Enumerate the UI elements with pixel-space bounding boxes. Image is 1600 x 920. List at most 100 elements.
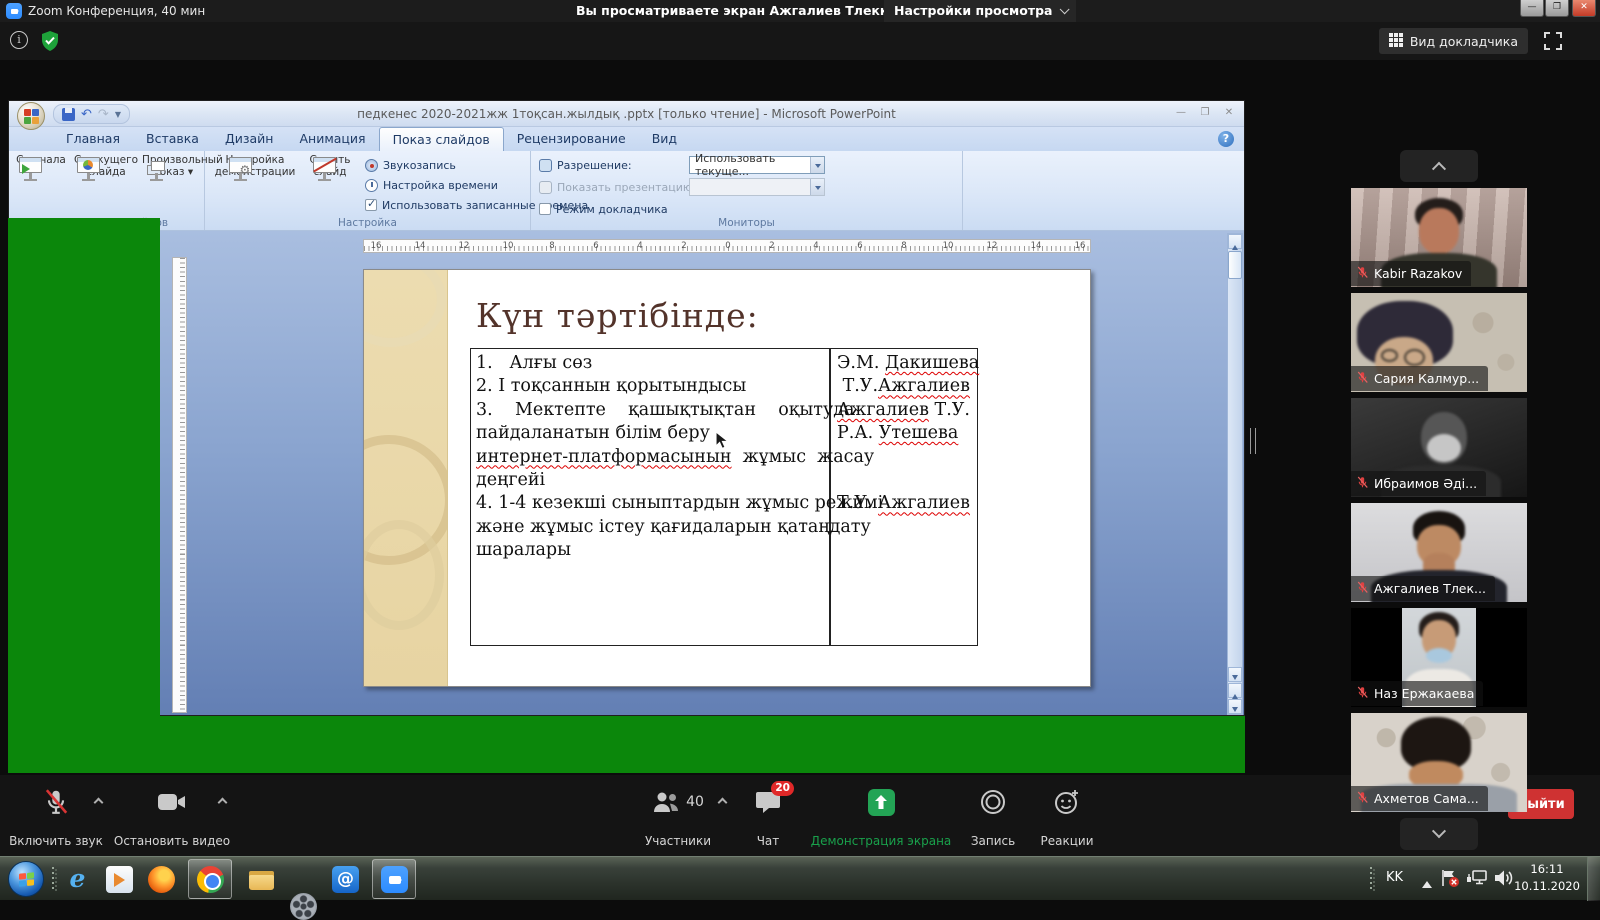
media-player-classic-icon[interactable] xyxy=(290,893,317,920)
tray-date: 10.11.2020 xyxy=(1512,878,1582,895)
share-screen-icon xyxy=(808,787,954,817)
restore-button[interactable]: ❐ xyxy=(1545,0,1569,17)
scroll-participants-down-button[interactable] xyxy=(1400,818,1478,850)
ppt-close-button[interactable]: ✕ xyxy=(1218,106,1240,121)
qat-dropdown-caret[interactable]: ▼ xyxy=(115,110,121,119)
next-slide-button[interactable] xyxy=(1228,699,1242,714)
ppt-tab-5[interactable]: Рецензирование xyxy=(504,127,639,151)
from-beginning-button[interactable]: С начала xyxy=(12,154,70,216)
ruler-number: 16 xyxy=(1075,241,1086,251)
ppt-tab-2[interactable]: Дизайн xyxy=(212,127,287,151)
vertical-scrollbar[interactable] xyxy=(1227,233,1243,715)
fullscreen-icon[interactable] xyxy=(1544,32,1562,54)
unmute-button[interactable]: Включить звук xyxy=(6,775,106,856)
internet-explorer-icon[interactable]: e xyxy=(64,866,91,893)
vertical-ruler[interactable] xyxy=(172,257,187,713)
participants-video-panel: Kabir RazakovСария Калмур...Ибраимов Әді… xyxy=(1310,120,1600,910)
participant-tile[interactable]: Наз Ержакаева xyxy=(1351,608,1527,707)
resolution-icon xyxy=(539,159,552,172)
ruler-number: 4 xyxy=(637,241,642,251)
participant-tile[interactable]: Ибраимов Әді... xyxy=(1351,398,1527,497)
covered-region-left xyxy=(8,218,160,716)
participant-tile[interactable]: Ахметов Сама... xyxy=(1351,713,1527,812)
office-button[interactable] xyxy=(17,102,45,130)
view-settings-menu[interactable]: Настройки просмотра xyxy=(884,0,1076,22)
hide-slide-button[interactable]: Скрыть слайд xyxy=(301,154,359,216)
group-label-setup: Настройка xyxy=(205,217,530,229)
chrome-taskbar-button[interactable] xyxy=(188,859,232,899)
horizontal-ruler[interactable]: 1614121086420246810121416 xyxy=(363,239,1091,253)
reactions-button[interactable]: Реакции xyxy=(1034,775,1100,856)
ppt-tab-6[interactable]: Вид xyxy=(639,127,690,151)
rehearse-timings-icon xyxy=(365,179,378,192)
participant-tile[interactable]: Kabir Razakov xyxy=(1351,188,1527,287)
scroll-up-button[interactable] xyxy=(1228,234,1242,249)
ppt-tab-4[interactable]: Показ слайдов xyxy=(379,127,504,151)
stop-video-button[interactable]: Остановить видео xyxy=(112,775,232,856)
record-narration-button[interactable]: Звукозапись xyxy=(365,156,456,174)
mic-muted-icon xyxy=(1356,264,1369,283)
firefox-icon[interactable] xyxy=(148,866,175,893)
share-screen-button[interactable]: Демонстрация экрана xyxy=(808,775,954,856)
minimize-button[interactable]: — xyxy=(1520,0,1544,17)
reactions-label: Реакции xyxy=(1034,834,1100,848)
scrollbar-thumb[interactable] xyxy=(1228,251,1242,279)
action-center-flag-icon[interactable] xyxy=(1440,869,1460,892)
volume-icon[interactable] xyxy=(1494,869,1514,891)
show-desktop-button[interactable] xyxy=(1587,857,1600,901)
panel-resize-handle[interactable] xyxy=(1250,428,1256,454)
ruler-number: 0 xyxy=(725,241,730,251)
previous-slide-button[interactable] xyxy=(1228,683,1242,698)
participants-button[interactable]: 40 Участники xyxy=(630,775,726,856)
table-line: Т.У. Ажгалиев xyxy=(837,492,975,515)
ppt-tab-0[interactable]: Главная xyxy=(53,127,133,151)
ribbon: С начала С текущего слайда Произвольный … xyxy=(9,151,1244,231)
security-shield-icon[interactable] xyxy=(40,30,60,56)
network-icon[interactable] xyxy=(1466,869,1487,891)
ppt-tab-1[interactable]: Вставка xyxy=(133,127,212,151)
participant-name-label: Ахметов Сама... xyxy=(1351,786,1488,811)
help-icon[interactable]: ? xyxy=(1218,131,1234,147)
zoom-taskbar-button[interactable] xyxy=(372,859,416,899)
close-button[interactable]: ✕ xyxy=(1572,0,1596,17)
ppt-tab-3[interactable]: Анимация xyxy=(286,127,378,151)
table-line: 3. Мектепте қашықтықтан оқытуда xyxy=(476,399,826,422)
start-button[interactable] xyxy=(8,861,44,897)
tray-grip xyxy=(1370,867,1376,891)
custom-show-button[interactable]: Произвольный показ ▾ xyxy=(142,154,204,216)
presenter-view-row[interactable]: Режим докладчика xyxy=(539,200,668,218)
chat-button[interactable]: 20 Чат xyxy=(740,775,796,856)
save-icon[interactable] xyxy=(62,108,75,121)
media-player-icon[interactable] xyxy=(106,866,133,893)
resolution-combobox[interactable]: Использовать текуще... xyxy=(689,156,825,174)
record-button[interactable]: Запись xyxy=(962,775,1024,856)
ruler-number: 10 xyxy=(503,241,514,251)
file-explorer-icon[interactable] xyxy=(248,866,275,893)
from-current-slide-button[interactable]: С текущего слайда xyxy=(72,154,140,216)
participant-tile[interactable]: Сария Калмур... xyxy=(1351,293,1527,392)
language-indicator[interactable]: KK xyxy=(1386,870,1403,885)
use-timings-checkbox[interactable] xyxy=(365,199,377,211)
scroll-participants-up-button[interactable] xyxy=(1400,150,1478,182)
presenter-view-checkbox[interactable] xyxy=(539,203,551,215)
setup-show-button[interactable]: ⚙ Настройка демонстрации xyxy=(211,154,299,216)
scroll-down-button[interactable] xyxy=(1228,667,1242,682)
stop-video-label: Остановить видео xyxy=(112,834,232,848)
undo-icon[interactable]: ↶ xyxy=(81,108,92,121)
slide-canvas[interactable]: Күн тәртібінде: 1. Алғы сөз2. I тоқсанны… xyxy=(363,269,1091,687)
ppt-minimize-button[interactable]: — xyxy=(1170,106,1192,121)
hidden-icons-chevron[interactable] xyxy=(1422,876,1432,888)
meeting-info-icon[interactable]: i xyxy=(10,31,28,49)
mouse-cursor xyxy=(714,431,731,454)
table-line xyxy=(837,446,975,469)
ribbon-group-monitors: Разрешение: Использовать текуще... Показ… xyxy=(531,151,963,230)
mail-ru-icon[interactable]: @ xyxy=(332,866,359,893)
taskbar-clock[interactable]: 16:11 10.11.2020 xyxy=(1512,861,1582,895)
participant-tile[interactable]: Ажгалиев Тлек... xyxy=(1351,503,1527,602)
table-line: деңгейі xyxy=(476,469,826,492)
speaker-view-button[interactable]: Вид докладчика xyxy=(1379,28,1528,54)
ppt-restore-button[interactable]: ❐ xyxy=(1194,106,1216,121)
taskbar-grip xyxy=(52,867,58,891)
redo-icon[interactable]: ↷ xyxy=(98,108,109,121)
rehearse-timings-button[interactable]: Настройка времени xyxy=(365,176,498,194)
